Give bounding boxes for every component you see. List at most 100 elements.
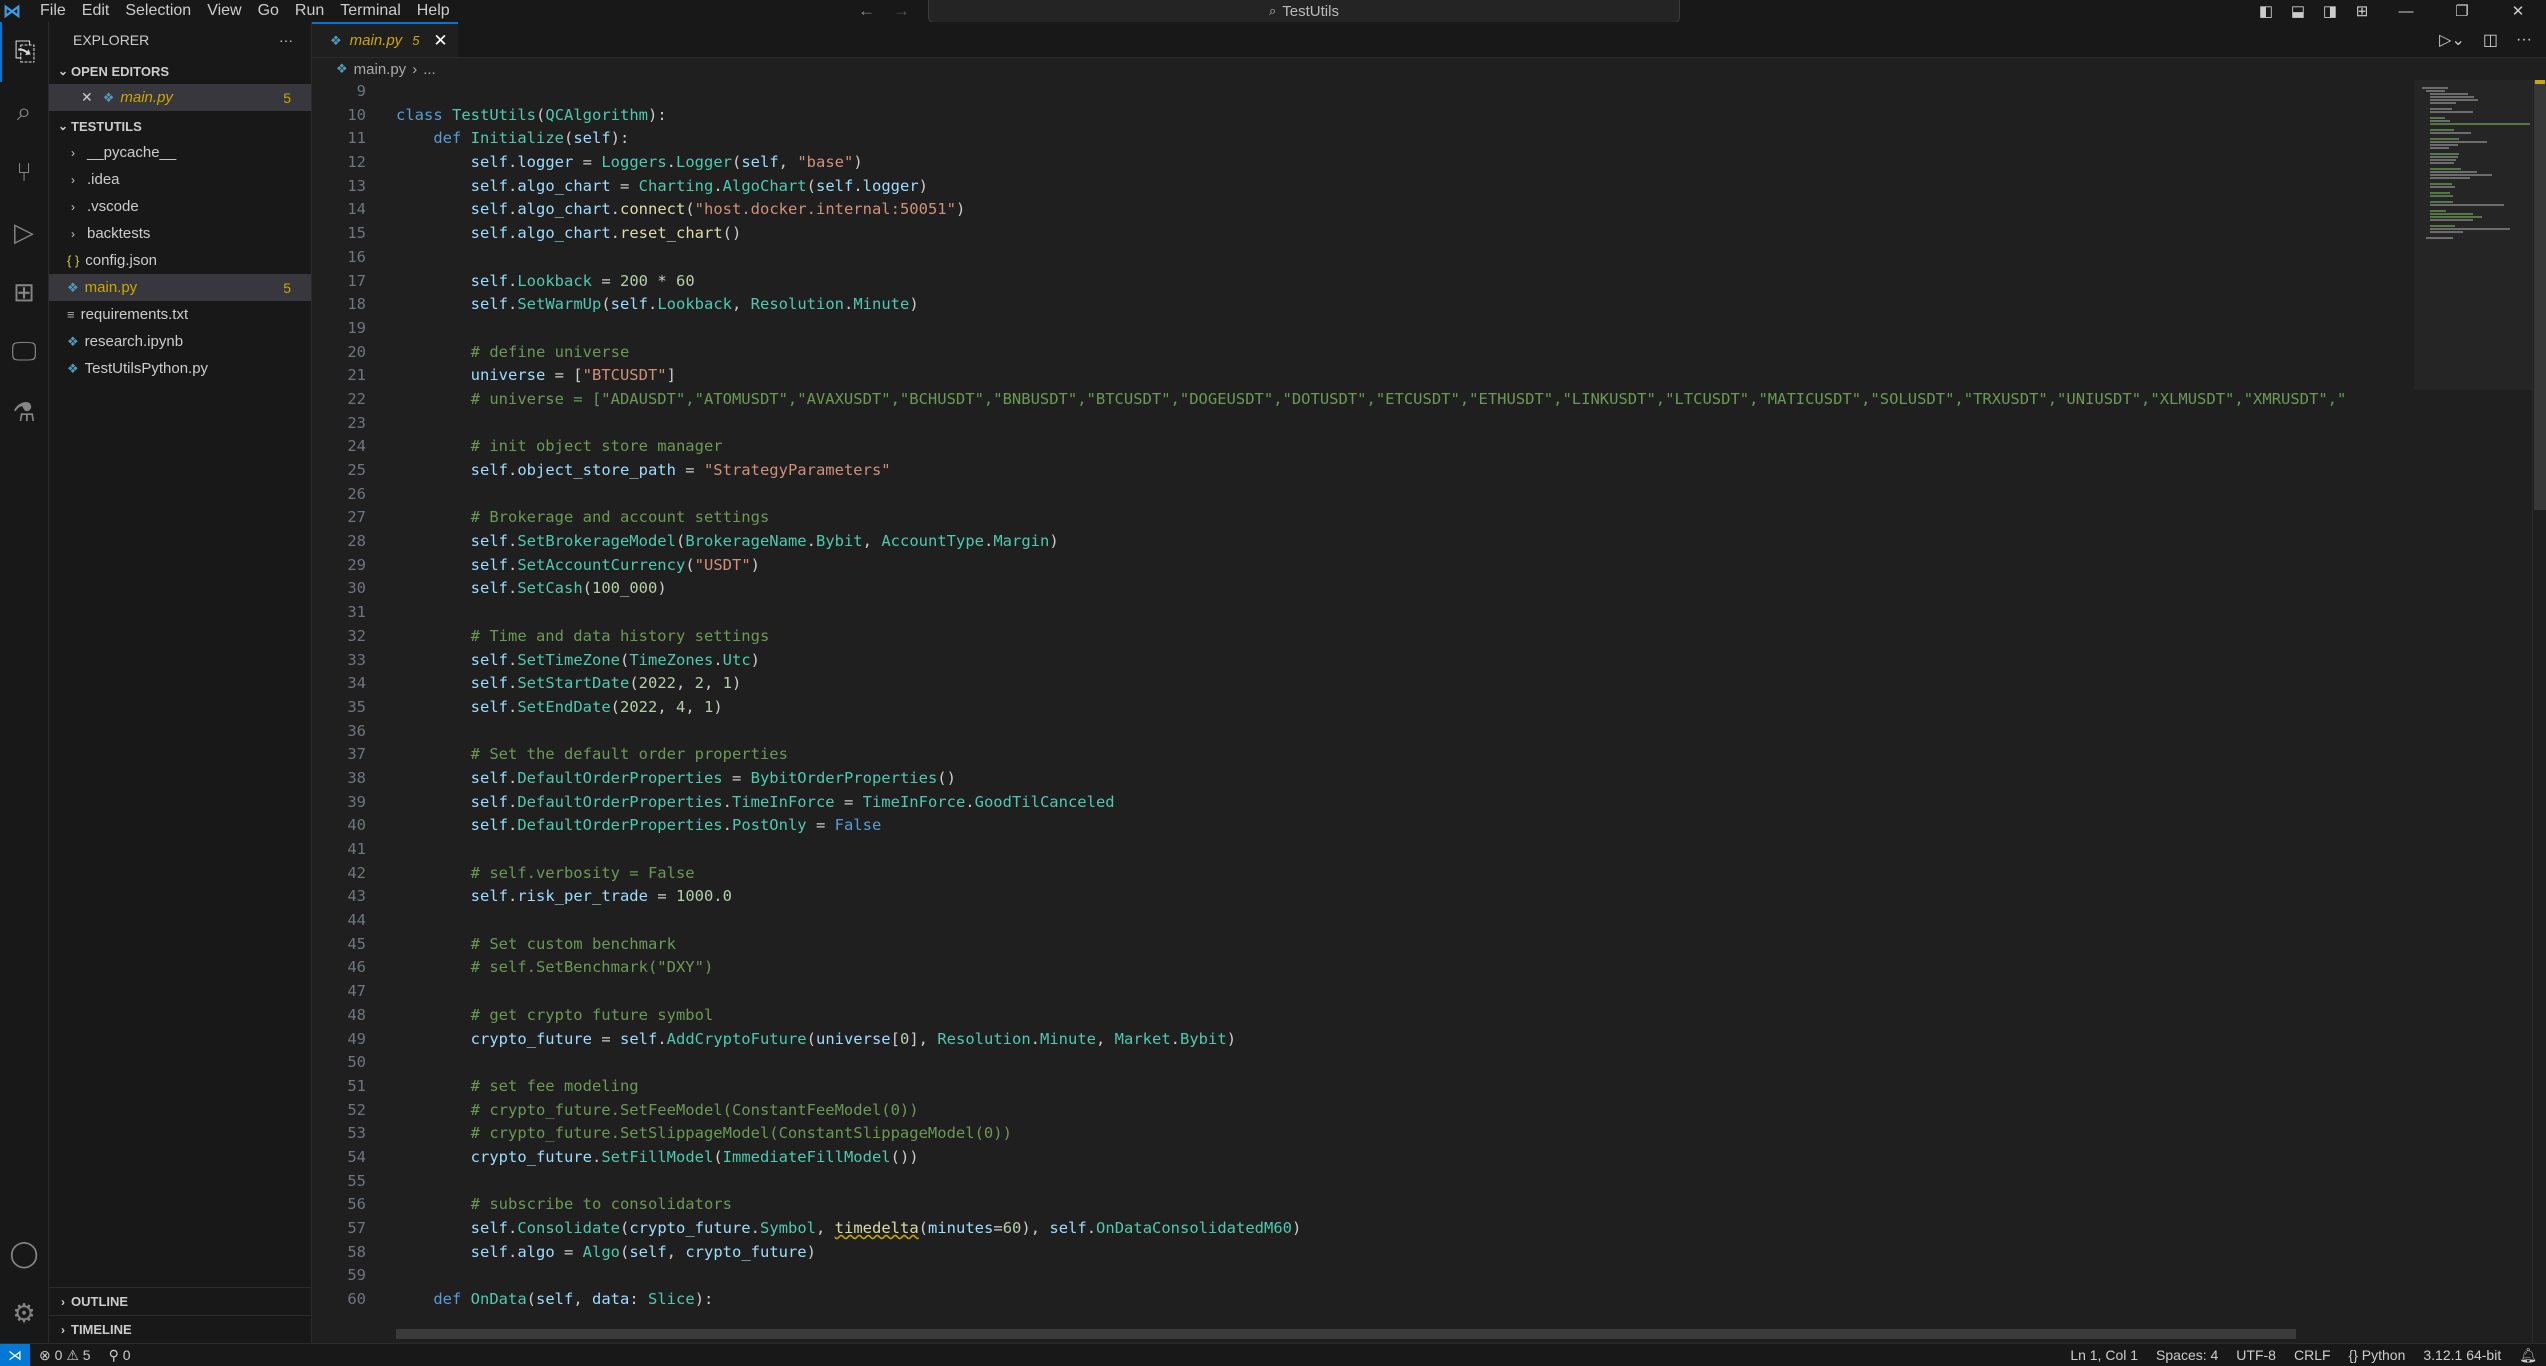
code-line[interactable]: 9 <box>312 80 2402 104</box>
more-actions-icon[interactable]: ··· <box>2516 31 2532 49</box>
code-line[interactable]: 10 class TestUtils(QCAlgorithm): <box>312 104 2402 128</box>
encoding[interactable]: UTF-8 <box>2227 1347 2285 1363</box>
problems-status[interactable]: ⊗ 0 ⚠ 5 <box>30 1347 100 1364</box>
code-line[interactable]: 25 self.object_store_path = "StrategyPar… <box>312 459 2402 483</box>
code-line[interactable]: 48 # get crypto future symbol <box>312 1004 2402 1028</box>
code-line[interactable]: 36 <box>312 720 2402 744</box>
code-line[interactable]: 46 # self.SetBenchmark("DXY") <box>312 956 2402 980</box>
python-interpreter[interactable]: 3.12.1 64-bit <box>2414 1347 2510 1363</box>
code-line[interactable]: 38 self.DefaultOrderProperties = BybitOr… <box>312 767 2402 791</box>
file-item[interactable]: ❖ main.py 5 <box>49 274 311 301</box>
menu-item-edit[interactable]: Edit <box>74 0 118 22</box>
code-line[interactable]: 58 self.algo = Algo(self, crypto_future) <box>312 1241 2402 1265</box>
close-window-icon[interactable]: ✕ <box>2490 2 2546 20</box>
file-item[interactable]: ≡ requirements.txt <box>49 301 311 328</box>
more-actions-icon[interactable]: ··· <box>279 32 293 48</box>
explorer-icon[interactable]: ⎘ <box>0 22 48 82</box>
file-item[interactable]: { } config.json <box>49 247 311 274</box>
customize-layout-icon[interactable]: ⊞ <box>2346 2 2378 20</box>
code-line[interactable]: 35 self.SetEndDate(2022, 4, 1) <box>312 696 2402 720</box>
testing-icon[interactable]: ⚗ <box>0 382 48 442</box>
code-line[interactable]: 37 # Set the default order properties <box>312 743 2402 767</box>
code-line[interactable]: 31 <box>312 601 2402 625</box>
folder-item[interactable]: › .idea <box>49 166 311 193</box>
breadcrumb-symbols[interactable]: ... <box>423 61 436 78</box>
code-line[interactable]: 42 # self.verbosity = False <box>312 862 2402 886</box>
code-line[interactable]: 52 # crypto_future.SetFeeModel(ConstantF… <box>312 1099 2402 1123</box>
account-icon[interactable]: ◯ <box>0 1223 48 1283</box>
open-editors-header[interactable]: ⌄ OPEN EDITORS <box>49 58 311 84</box>
code-editor[interactable]: 9 10 class TestUtils(QCAlgorithm): 11 def I… <box>312 80 2402 1343</box>
code-line[interactable]: 33 self.SetTimeZone(TimeZones.Utc) <box>312 649 2402 673</box>
forward-arrow-icon[interactable]: → <box>893 1 910 21</box>
code-line[interactable]: 28 self.SetBrokerageModel(BrokerageName.… <box>312 530 2402 554</box>
open-editor-item[interactable]: ✕ ❖ main.py 5 <box>49 84 311 111</box>
code-line[interactable]: 54 crypto_future.SetFillModel(ImmediateF… <box>312 1146 2402 1170</box>
code-line[interactable]: 51 # set fee modeling <box>312 1075 2402 1099</box>
code-line[interactable]: 29 self.SetAccountCurrency("USDT") <box>312 554 2402 578</box>
code-line[interactable]: 21 universe = ["BTCUSDT"] <box>312 364 2402 388</box>
back-arrow-icon[interactable]: ← <box>858 1 875 21</box>
end-of-line[interactable]: CRLF <box>2285 1347 2340 1363</box>
language-mode[interactable]: {} Python <box>2340 1347 2415 1363</box>
menu-item-file[interactable]: File <box>32 0 74 22</box>
minimize-window-icon[interactable]: — <box>2378 3 2434 20</box>
code-line[interactable]: 17 self.Lookback = 200 * 60 <box>312 270 2402 294</box>
code-line[interactable]: 57 self.Consolidate(crypto_future.Symbol… <box>312 1217 2402 1241</box>
code-line[interactable]: 12 self.logger = Loggers.Logger(self, "b… <box>312 151 2402 175</box>
code-line[interactable]: 26 <box>312 483 2402 507</box>
toggle-secondary-sidebar-icon[interactable]: ◨ <box>2314 2 2346 20</box>
code-line[interactable]: 24 # init object store manager <box>312 435 2402 459</box>
restore-window-icon[interactable]: ❐ <box>2434 2 2490 20</box>
code-line[interactable]: 13 self.algo_chart = Charting.AlgoChart(… <box>312 175 2402 199</box>
file-item[interactable]: ❖ TestUtilsPython.py <box>49 355 311 382</box>
horizontal-scrollbar[interactable] <box>396 1329 2296 1339</box>
search-icon[interactable]: ⌕ <box>0 82 48 142</box>
scrollbar-thumb[interactable] <box>2534 80 2546 510</box>
code-line[interactable]: 18 self.SetWarmUp(self.Lookback, Resolut… <box>312 293 2402 317</box>
toggle-panel-icon[interactable]: ⬓ <box>2282 2 2314 20</box>
extensions-icon[interactable]: ⊞ <box>0 262 48 322</box>
menu-item-help[interactable]: Help <box>409 0 458 22</box>
project-header[interactable]: ⌄ TESTUTILS <box>49 113 311 139</box>
code-line[interactable]: 39 self.DefaultOrderProperties.TimeInFor… <box>312 791 2402 815</box>
toggle-primary-sidebar-icon[interactable]: ◧ <box>2250 2 2282 20</box>
file-item[interactable]: ❖ research.ipynb <box>49 328 311 355</box>
run-python-file-icon[interactable]: ▷⌄ <box>2439 30 2465 50</box>
code-line[interactable]: 23 <box>312 412 2402 436</box>
command-center-search[interactable]: ⌕ TestUtils <box>928 0 1680 23</box>
remote-explorer-icon[interactable]: 🖵 <box>0 322 48 382</box>
code-line[interactable]: 44 <box>312 909 2402 933</box>
code-line[interactable]: 47 <box>312 980 2402 1004</box>
code-line[interactable]: 49 crypto_future = self.AddCryptoFuture(… <box>312 1028 2402 1052</box>
code-line[interactable]: 43 self.risk_per_trade = 1000.0 <box>312 885 2402 909</box>
code-line[interactable]: 27 # Brokerage and account settings <box>312 506 2402 530</box>
code-line[interactable]: 11 def Initialize(self): <box>312 127 2402 151</box>
cursor-position[interactable]: Ln 1, Col 1 <box>2061 1347 2147 1363</box>
menu-item-run[interactable]: Run <box>287 0 332 22</box>
menu-item-go[interactable]: Go <box>250 0 287 22</box>
close-tab-icon[interactable]: ✕ <box>433 31 447 51</box>
code-line[interactable]: 45 # Set custom benchmark <box>312 933 2402 957</box>
indentation[interactable]: Spaces: 4 <box>2147 1347 2227 1363</box>
code-line[interactable]: 30 self.SetCash(100_000) <box>312 577 2402 601</box>
code-line[interactable]: 19 <box>312 317 2402 341</box>
notifications-bell-icon[interactable]: 🔔︎ <box>2510 1347 2546 1364</box>
code-line[interactable]: 50 <box>312 1051 2402 1075</box>
code-line[interactable]: 14 self.algo_chart.connect("host.docker.… <box>312 198 2402 222</box>
timeline-header[interactable]: › TIMELINE <box>49 1315 311 1343</box>
code-line[interactable]: 34 self.SetStartDate(2022, 2, 1) <box>312 672 2402 696</box>
split-editor-icon[interactable]: ◫ <box>2483 30 2498 50</box>
tab-main-py[interactable]: ❖ main.py 5 ✕ <box>312 22 458 57</box>
code-line[interactable]: 32 # Time and data history settings <box>312 625 2402 649</box>
code-line[interactable]: 40 self.DefaultOrderProperties.PostOnly … <box>312 814 2402 838</box>
code-line[interactable]: 41 <box>312 838 2402 862</box>
code-line[interactable]: 22 # universe = ["ADAUSDT","ATOMUSDT","A… <box>312 388 2402 412</box>
vertical-scrollbar[interactable] <box>2532 80 2546 1343</box>
breadcrumb-file[interactable]: main.py <box>354 61 407 78</box>
folder-item[interactable]: › __pycache__ <box>49 139 311 166</box>
menu-item-selection[interactable]: Selection <box>117 0 199 22</box>
remote-indicator-icon[interactable]: ⋊ <box>0 1344 30 1366</box>
run-debug-icon[interactable]: ▷ <box>0 202 48 262</box>
code-line[interactable]: 55 <box>312 1170 2402 1194</box>
